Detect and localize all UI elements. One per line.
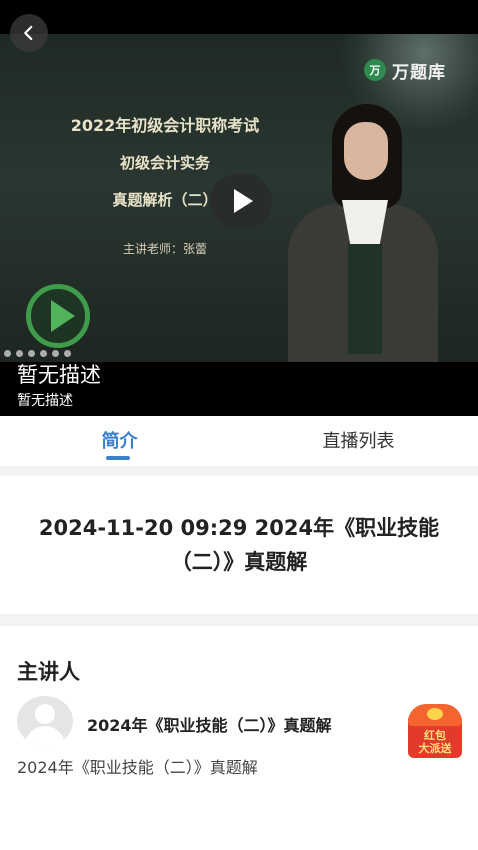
chevron-left-icon: [24, 25, 33, 41]
tab-indicator: [106, 456, 130, 460]
slide-teacher: 主讲老师：张蕾: [122, 242, 207, 256]
video-caption: 暂无描述 暂无描述: [0, 362, 478, 416]
brand-name: 万题库: [392, 62, 446, 83]
avatar: [17, 696, 73, 746]
brand-logo: 万 万题库: [350, 44, 460, 96]
speaker-name: 2024年《职业技能（二）》真题解: [87, 716, 332, 735]
green-play-logo-icon: [26, 284, 90, 348]
presenter-figure: [288, 104, 438, 364]
video-player[interactable]: 万 万题库 2022年初级会计职称考试 初级会计实务 真题解析（二） 主讲老师：…: [0, 34, 478, 364]
red-packet-button[interactable]: 红包 大派送: [406, 704, 464, 760]
slide-subject: 初级会计实务: [119, 154, 210, 172]
lesson-title-card: 2024-11-20 09:29 2024年《职业技能（二）》真题解: [0, 476, 478, 614]
caption-subtitle: 暂无描述: [17, 393, 73, 409]
lesson-title: 2024-11-20 09:29 2024年《职业技能（二）》真题解: [38, 516, 440, 574]
play-icon[interactable]: [210, 174, 272, 228]
section-divider: [0, 614, 478, 626]
red-packet-label: 红包 大派送: [418, 729, 452, 755]
tab-live-list[interactable]: 直播列表: [239, 416, 478, 466]
tab-bar: 简介 直播列表: [0, 416, 478, 466]
brand-logo-icon: 万: [364, 59, 386, 81]
status-bar: [0, 0, 478, 34]
back-button[interactable]: [10, 14, 48, 52]
section-divider: [0, 466, 478, 476]
speaker-description: 2024年《职业技能（二）》真题解: [17, 758, 258, 777]
coin-icon: [427, 708, 443, 720]
slide-title: 2022年初级会计职称考试: [70, 116, 260, 135]
player-controls-strip: [0, 350, 71, 357]
speaker-heading: 主讲人: [17, 660, 80, 684]
caption-title: 暂无描述: [17, 363, 101, 387]
